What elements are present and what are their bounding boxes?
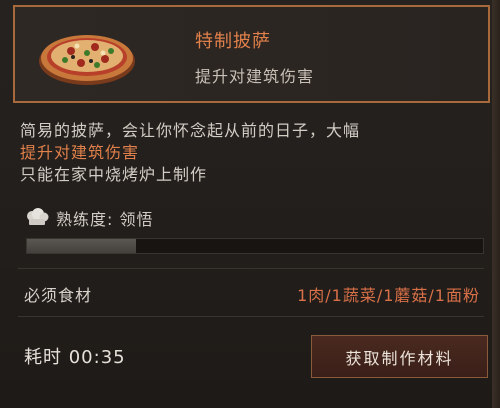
craft-time: 耗时 00:35 <box>24 347 126 368</box>
recipe-panel: 特制披萨 提升对建筑伤害 简易的披萨，会让你怀念起从前的日子，大幅 提升对建筑伤… <box>0 0 500 408</box>
proficiency-bar-fill <box>27 239 137 253</box>
proficiency-label: 熟练度: 领悟 <box>56 210 154 229</box>
recipe-title: 特制披萨 <box>195 31 271 52</box>
proficiency-bar <box>26 238 484 254</box>
recipe-description: 简易的披萨，会让你怀念起从前的日子，大幅 提升对建筑伤害 只能在家中烧烤炉上制作 <box>20 120 490 186</box>
get-materials-button[interactable]: 获取制作材料 <box>311 335 488 378</box>
description-line-3: 只能在家中烧烤炉上制作 <box>20 165 208 184</box>
description-line-2: 提升对建筑伤害 <box>20 143 140 162</box>
recipe-header: 特制披萨 提升对建筑伤害 <box>13 5 490 103</box>
panel-edge <box>492 0 500 408</box>
chef-hat-icon <box>27 208 49 225</box>
description-line-1: 简易的披萨，会让你怀念起从前的日子，大幅 <box>20 121 361 140</box>
ingredients-label: 必须食材 <box>24 286 93 305</box>
pizza-icon <box>39 35 135 85</box>
divider <box>18 268 484 269</box>
proficiency-row: 熟练度: 领悟 <box>24 204 153 232</box>
divider <box>18 316 484 317</box>
recipe-effect: 提升对建筑伤害 <box>195 67 315 86</box>
ingredients-value: 1肉/1蔬菜/1蘑菇/1面粉 <box>297 286 480 305</box>
